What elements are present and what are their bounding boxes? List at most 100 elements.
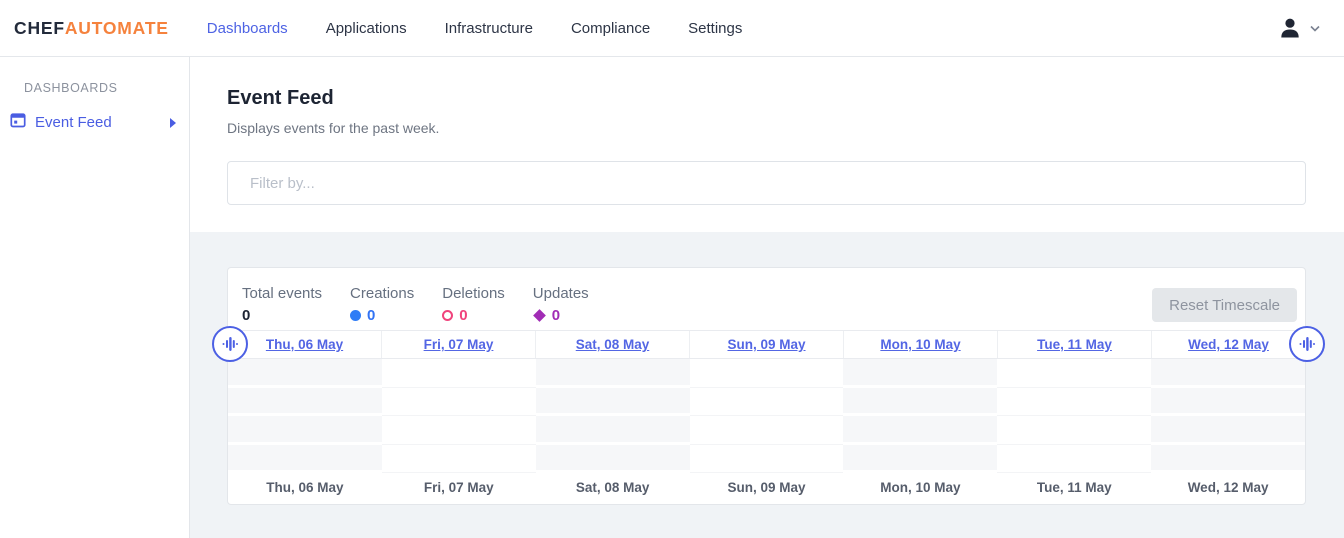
deletions-ring-icon (442, 310, 453, 321)
stats-row: Total events 0 Creations 0 Deletions 0 (228, 268, 1305, 330)
stat-creations: Creations 0 (350, 285, 414, 324)
grid-column (997, 359, 1151, 473)
main-nav: Dashboards Applications Infrastructure C… (207, 20, 743, 37)
grid-cell (843, 445, 997, 474)
grid-cell (690, 359, 844, 388)
grid-cell (228, 359, 382, 388)
sidebar: DASHBOARDS Event Feed (0, 57, 190, 538)
grid-cell (382, 359, 536, 388)
day-link[interactable]: Mon, 10 May (880, 337, 960, 352)
event-feed-card: Total events 0 Creations 0 Deletions 0 (227, 267, 1306, 505)
grid-cell (843, 388, 997, 417)
nav-settings[interactable]: Settings (688, 20, 742, 37)
grid-column (382, 359, 536, 473)
stat-value: 0 (459, 307, 467, 324)
sidebar-item-event-feed[interactable]: Event Feed (0, 112, 189, 133)
grid-cell (690, 445, 844, 474)
nav-applications[interactable]: Applications (326, 20, 407, 37)
logo-automate: AUTOMATE (65, 18, 169, 38)
grid-cell (228, 416, 382, 445)
app-window: CHEFAUTOMATE Dashboards Applications Inf… (0, 0, 1344, 538)
reset-timescale-button[interactable]: Reset Timescale (1152, 288, 1297, 322)
stat-label: Total events (242, 285, 322, 302)
grid-cell (1151, 359, 1305, 388)
day-link[interactable]: Fri, 07 May (424, 337, 494, 352)
day-footer-label: Sun, 09 May (690, 480, 844, 495)
day-column-header: Thu, 06 May (228, 331, 382, 358)
day-link[interactable]: Sun, 09 May (727, 337, 805, 352)
timescale-handle-left[interactable] (212, 326, 248, 362)
grid-cell (843, 359, 997, 388)
stat-updates: Updates 0 (533, 285, 589, 324)
day-column-header: Sun, 09 May (690, 331, 844, 358)
grid-column (1151, 359, 1305, 473)
day-link[interactable]: Sat, 08 May (576, 337, 650, 352)
slider-bars-icon (1299, 335, 1315, 353)
day-link[interactable]: Thu, 06 May (266, 337, 343, 352)
grid-cell (536, 416, 690, 445)
timeline-header: Thu, 06 May Fri, 07 May Sat, 08 May Sun,… (228, 330, 1305, 359)
grid-cell (1151, 416, 1305, 445)
slider-bars-icon (222, 335, 238, 353)
chevron-down-icon (1310, 25, 1320, 32)
user-menu[interactable] (1279, 17, 1320, 39)
day-footer-label: Thu, 06 May (228, 480, 382, 495)
creations-dot-icon (350, 310, 361, 321)
timescale-handle-right[interactable] (1289, 326, 1325, 362)
content-frame: DASHBOARDS Event Feed Event Feed Display… (0, 57, 1344, 538)
nav-compliance[interactable]: Compliance (571, 20, 650, 37)
grid-column (690, 359, 844, 473)
grid-column (536, 359, 690, 473)
grid-cell (382, 445, 536, 474)
stat-deletions: Deletions 0 (442, 285, 505, 324)
nav-dashboards[interactable]: Dashboards (207, 20, 288, 37)
day-footer-label: Sat, 08 May (536, 480, 690, 495)
grid-cell (536, 445, 690, 474)
user-icon (1279, 17, 1301, 39)
grid-cell (382, 388, 536, 417)
day-column-header: Mon, 10 May (844, 331, 998, 358)
page-header-zone: Event Feed Displays events for the past … (190, 57, 1344, 232)
grid-cell (228, 445, 382, 474)
grid-cell (1151, 388, 1305, 417)
expand-arrow-icon (170, 118, 176, 128)
grid-cell (382, 416, 536, 445)
event-feed-section: Total events 0 Creations 0 Deletions 0 (190, 232, 1344, 538)
grid-cell (997, 359, 1151, 388)
timeline-grid (228, 359, 1305, 473)
sidebar-heading: DASHBOARDS (24, 81, 189, 95)
day-footer-label: Tue, 11 May (997, 480, 1151, 495)
grid-cell (1151, 445, 1305, 474)
day-link[interactable]: Wed, 12 May (1188, 337, 1269, 352)
grid-column (228, 359, 382, 473)
page-subtitle: Displays events for the past week. (227, 120, 1306, 136)
chef-automate-logo[interactable]: CHEFAUTOMATE (14, 18, 169, 39)
filter-input[interactable] (227, 161, 1306, 205)
stat-label: Creations (350, 285, 414, 302)
stat-label: Updates (533, 285, 589, 302)
grid-cell (228, 388, 382, 417)
stat-value: 0 (367, 307, 375, 324)
grid-cell (997, 445, 1151, 474)
grid-cell (536, 359, 690, 388)
grid-cell (690, 388, 844, 417)
logo-chef: CHEF (14, 18, 65, 38)
top-navbar: CHEFAUTOMATE Dashboards Applications Inf… (0, 0, 1344, 57)
updates-diamond-icon (533, 309, 546, 322)
grid-cell (997, 416, 1151, 445)
day-link[interactable]: Tue, 11 May (1037, 337, 1112, 352)
day-column-header: Tue, 11 May (998, 331, 1152, 358)
main-content: Event Feed Displays events for the past … (190, 57, 1344, 538)
stat-label: Deletions (442, 285, 505, 302)
grid-cell (997, 388, 1151, 417)
day-column-header: Fri, 07 May (382, 331, 536, 358)
day-footer-label: Mon, 10 May (843, 480, 997, 495)
stat-total-events: Total events 0 (242, 285, 322, 324)
day-column-header: Wed, 12 May (1152, 331, 1305, 358)
day-column-header: Sat, 08 May (536, 331, 690, 358)
sidebar-item-label: Event Feed (35, 114, 112, 131)
filter-bar (227, 161, 1306, 205)
day-footer-label: Wed, 12 May (1151, 480, 1305, 495)
nav-infrastructure[interactable]: Infrastructure (445, 20, 533, 37)
grid-cell (843, 416, 997, 445)
